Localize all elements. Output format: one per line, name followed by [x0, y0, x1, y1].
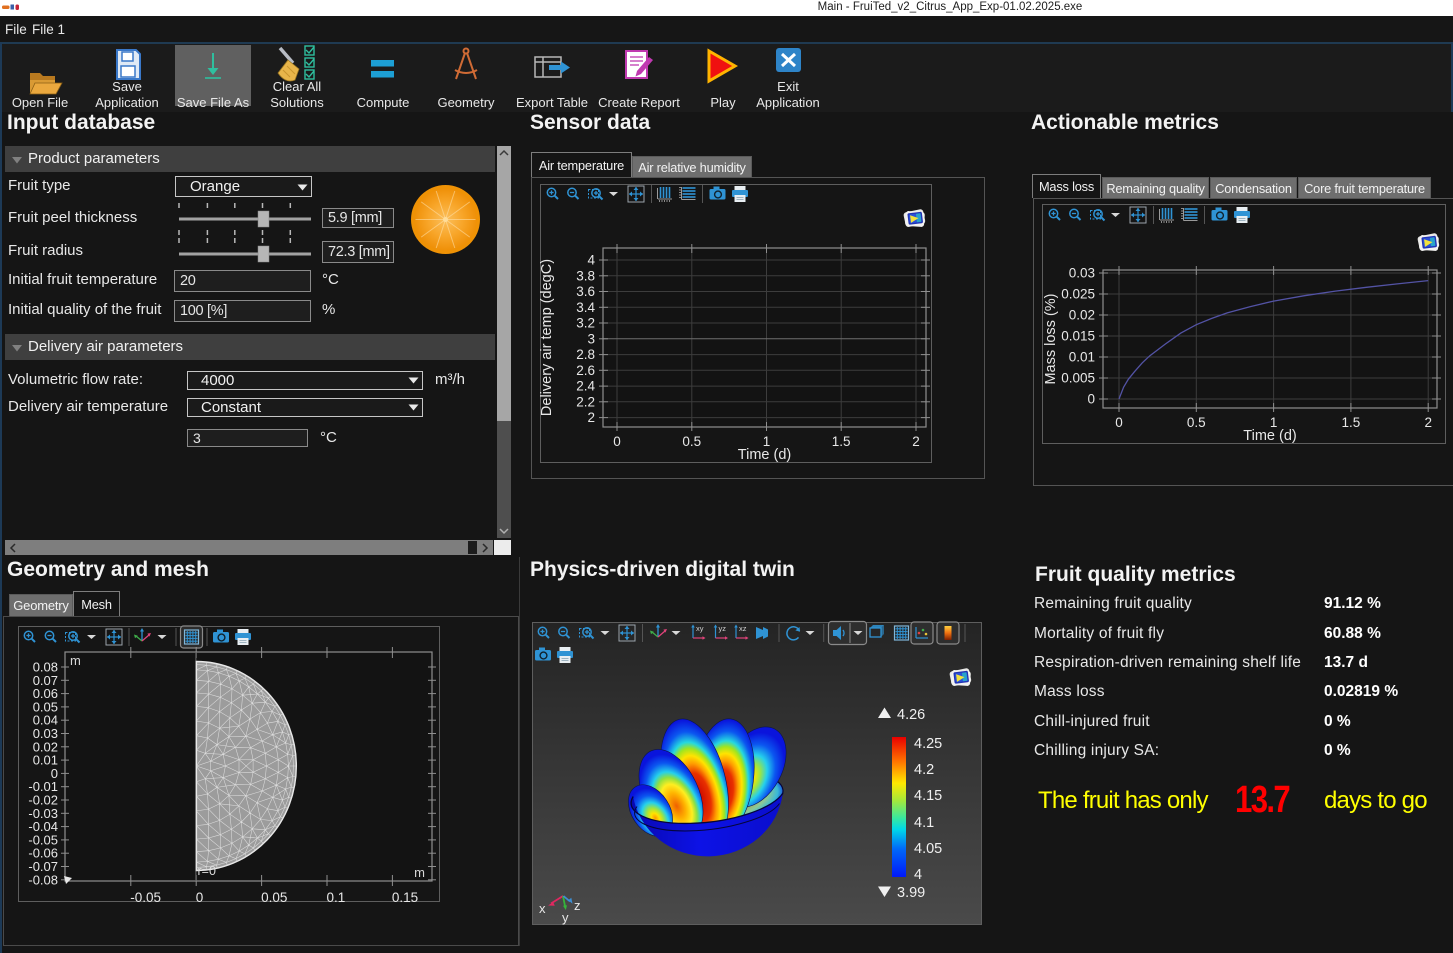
svg-text:1.5: 1.5: [1342, 415, 1361, 430]
svg-text:2: 2: [1424, 415, 1432, 430]
svg-text:-0.08: -0.08: [28, 872, 58, 887]
svg-text:4.25: 4.25: [914, 736, 942, 752]
svg-text:0.01: 0.01: [1069, 350, 1095, 365]
svg-text:xy: xy: [696, 624, 704, 633]
svg-text:0: 0: [613, 434, 621, 449]
svg-text:4: 4: [914, 867, 922, 883]
svg-text:0.025: 0.025: [1061, 287, 1095, 302]
svg-text:0.5: 0.5: [1187, 415, 1206, 430]
svg-text:4.1: 4.1: [914, 815, 934, 831]
svg-text:r=0: r=0: [198, 864, 216, 878]
svg-text:4: 4: [587, 253, 595, 268]
svg-text:yz: yz: [719, 624, 727, 633]
svg-text:0.02: 0.02: [1069, 308, 1095, 323]
svg-text:4.15: 4.15: [914, 788, 942, 804]
svg-text:z: z: [574, 898, 581, 913]
svg-text:3.2: 3.2: [576, 316, 595, 331]
svg-text:Time (d): Time (d): [738, 447, 791, 463]
svg-text:0.03: 0.03: [1069, 266, 1095, 281]
svg-text:2.8: 2.8: [576, 347, 595, 362]
svg-text:0.015: 0.015: [1061, 329, 1095, 344]
svg-text:x: x: [539, 901, 546, 916]
svg-text:Time (d): Time (d): [1243, 428, 1296, 444]
svg-text:0.1: 0.1: [327, 890, 346, 905]
svg-text:0: 0: [1087, 392, 1095, 407]
svg-text:0.5: 0.5: [682, 434, 701, 449]
svg-text:m: m: [70, 653, 81, 668]
svg-text:y: y: [562, 910, 569, 925]
svg-text:0: 0: [1115, 415, 1123, 430]
svg-text:1.5: 1.5: [832, 434, 851, 449]
svg-text:3.4: 3.4: [576, 300, 595, 315]
svg-text:3.6: 3.6: [576, 284, 595, 299]
svg-text:0.15: 0.15: [392, 890, 418, 905]
svg-text:-0.05: -0.05: [130, 890, 161, 905]
svg-text:3.8: 3.8: [576, 268, 595, 283]
svg-text:0.05: 0.05: [261, 890, 287, 905]
svg-text:xz: xz: [739, 624, 747, 633]
svg-text:2: 2: [587, 410, 595, 425]
svg-text:2.4: 2.4: [576, 379, 595, 394]
svg-text:4.05: 4.05: [914, 841, 942, 857]
svg-text:m: m: [414, 865, 425, 880]
svg-text:2: 2: [912, 434, 920, 449]
svg-text:0: 0: [196, 890, 204, 905]
svg-text:0.005: 0.005: [1061, 371, 1095, 386]
svg-text:4.26: 4.26: [897, 707, 925, 723]
svg-text:3.99: 3.99: [897, 885, 925, 901]
svg-text:2.2: 2.2: [576, 394, 595, 409]
svg-text:3: 3: [587, 331, 595, 346]
svg-text:4.2: 4.2: [914, 762, 934, 778]
svg-text:2.6: 2.6: [576, 363, 595, 378]
svg-text:Delivery air temp (degC): Delivery air temp (degC): [539, 259, 555, 416]
svg-text:Mass loss (%): Mass loss (%): [1043, 293, 1059, 384]
